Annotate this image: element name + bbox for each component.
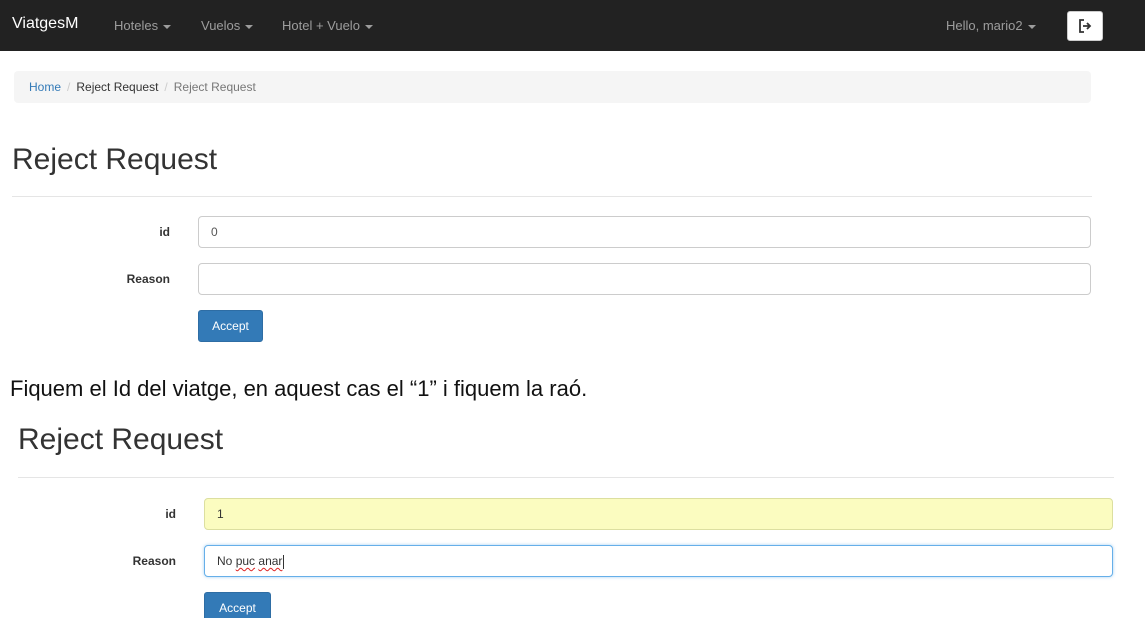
id-input-value: 1 (217, 507, 224, 521)
nav-item-hotel-vuelo[interactable]: Hotel + Vuelo (282, 18, 373, 33)
divider (18, 477, 1114, 478)
logout-button[interactable] (1067, 11, 1103, 41)
caret-down-icon (1027, 24, 1036, 29)
breadcrumb-home-link[interactable]: Home (29, 80, 61, 94)
nav-item-vuelos[interactable]: Vuelos (201, 18, 254, 33)
caret-down-icon (245, 24, 254, 29)
reason-label: Reason (126, 272, 170, 286)
misspelled-word: puc (235, 554, 256, 568)
page-title: Reject Request (12, 143, 218, 176)
breadcrumb: Home / Reject Request / Reject Request (14, 71, 1091, 103)
nav-item-label: Vuelos (201, 18, 241, 33)
reason-input[interactable]: No puc anar (204, 545, 1113, 577)
caret-down-icon (364, 24, 373, 29)
top-navbar: ViatgesM Hoteles Vuelos Hotel + Vuelo He… (0, 0, 1145, 51)
nav-item-label: Hotel + Vuelo (282, 18, 360, 33)
reason-input[interactable] (198, 263, 1091, 295)
caret-down-icon (163, 24, 172, 29)
id-label: id (165, 507, 176, 521)
id-input-value: 0 (211, 225, 218, 239)
id-input[interactable]: 1 (204, 498, 1113, 530)
nav-item-label: Hoteles (114, 18, 159, 33)
breadcrumb-separator: / (164, 80, 168, 94)
breadcrumb-current: Reject Request (173, 80, 256, 94)
sign-out-icon (1079, 19, 1092, 33)
text-cursor (283, 554, 285, 569)
nav-item-hoteles[interactable]: Hoteles (114, 18, 172, 33)
breadcrumb-item: Reject Request (76, 80, 159, 94)
reason-text-plain: No (217, 554, 236, 568)
reason-label: Reason (132, 554, 176, 568)
accept-button[interactable]: Accept (204, 592, 271, 618)
reason-input-value: No puc anar (217, 554, 285, 569)
divider (12, 196, 1092, 197)
id-input[interactable]: 0 (198, 216, 1091, 248)
page-title: Reject Request (18, 423, 224, 456)
instruction-text: Fiquem el Id del viatge, en aquest cas e… (10, 376, 588, 401)
accept-button[interactable]: Accept (198, 310, 263, 342)
brand-link[interactable]: ViatgesM (12, 15, 78, 33)
misspelled-word: anar (258, 554, 283, 568)
user-menu[interactable]: Hello, mario2 (946, 18, 1036, 33)
breadcrumb-separator: / (67, 80, 71, 94)
user-menu-label: Hello, mario2 (946, 18, 1023, 33)
id-label: id (159, 225, 170, 239)
